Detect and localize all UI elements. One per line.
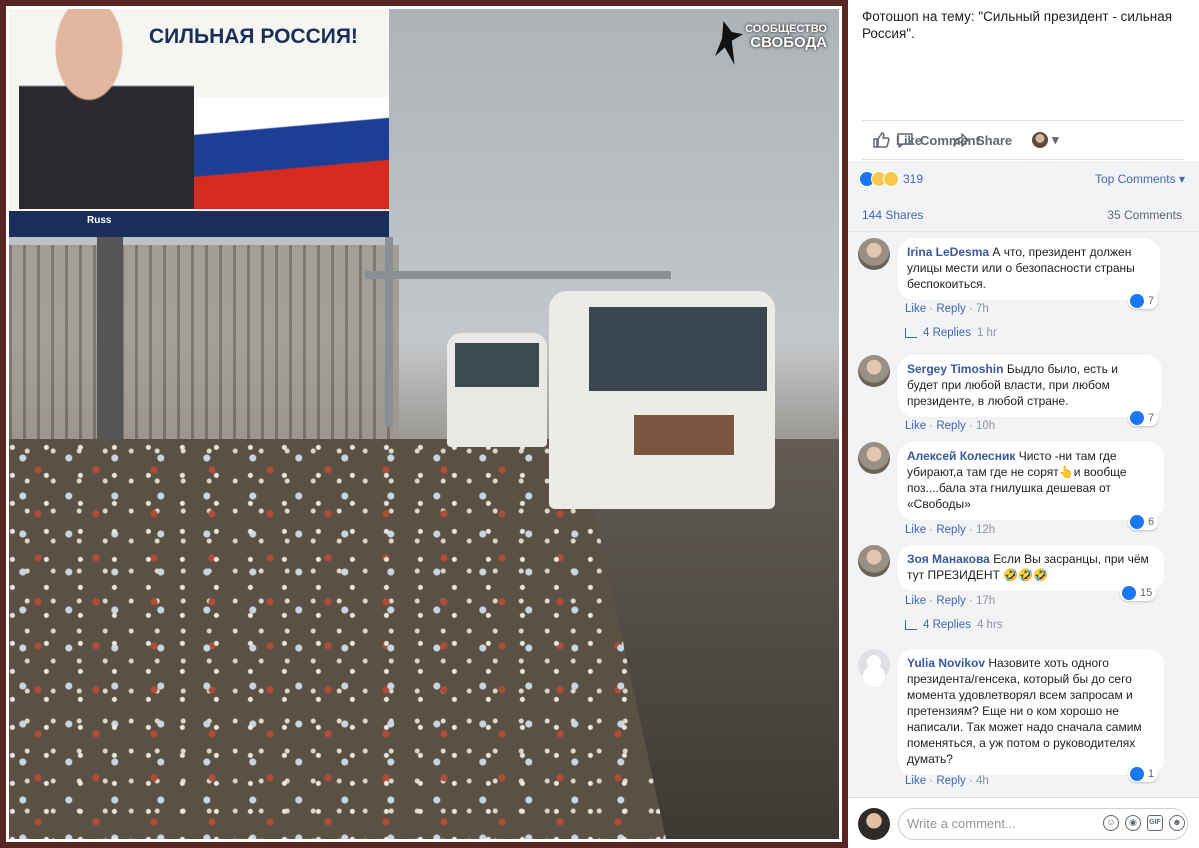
comment-like-link[interactable]: Like: [905, 303, 926, 315]
comment-bubble: Sergey Timoshin Быдло было, есть и будет…: [898, 355, 1162, 417]
avatar[interactable]: [858, 238, 890, 270]
avatar[interactable]: [858, 545, 890, 577]
like-reaction-icon: [1122, 586, 1136, 600]
comment-like-count[interactable]: 7: [1128, 293, 1159, 309]
commenter-name[interactable]: Yulia Novikov: [907, 656, 985, 670]
post-photo[interactable]: СИЛЬНАЯ РОССИЯ! Russ СООБЩЕСТВО СВОБОДА: [9, 9, 839, 839]
comment-like-count[interactable]: 6: [1128, 514, 1159, 530]
like-count-value: 1: [1148, 768, 1155, 780]
post-text: Фотошоп на тему: "Сильный президент - си…: [862, 9, 1173, 41]
comment-meta: Like · Reply · 17h: [905, 595, 996, 607]
bus-back: [447, 333, 547, 447]
comment-time[interactable]: 4h: [976, 775, 989, 787]
logo-line-2: СВОБОДА: [750, 34, 827, 51]
comment-reply-link[interactable]: Reply: [936, 524, 965, 536]
eagle-logo-icon: [715, 21, 743, 65]
divider: [848, 231, 1199, 232]
comments-count[interactable]: 35 Comments: [1107, 208, 1182, 222]
emoji-icon[interactable]: ☺: [1103, 815, 1119, 831]
reply-arrow-icon: [905, 620, 917, 630]
comment-bubble: Yulia Novikov Назовите хоть одного прези…: [898, 649, 1164, 775]
reactions-summary[interactable]: 319: [859, 171, 923, 187]
like-count-value: 7: [1148, 295, 1155, 307]
bus-front: [549, 291, 775, 509]
speech-bubble-icon: [897, 133, 913, 148]
russian-flag: [169, 97, 389, 209]
reply-arrow-icon: [905, 328, 917, 338]
comment-meta: Like · Reply · 12h: [905, 524, 996, 536]
like-reaction-icon: [1130, 515, 1144, 529]
avatar[interactable]: [858, 649, 890, 681]
avatar[interactable]: [858, 355, 890, 387]
comment-time[interactable]: 7h: [976, 303, 989, 315]
comment-sort-dropdown[interactable]: Top Comments ▾: [1095, 172, 1185, 186]
replies-count: 4 Replies: [923, 327, 971, 339]
comment-label: Comment: [920, 132, 980, 148]
replies-time: 4 hrs: [976, 619, 1003, 631]
comment-text: Назовите хоть одного президента/генсека,…: [907, 656, 1142, 766]
road-gantry: [365, 271, 671, 279]
commenter-name[interactable]: Irina LeDesma: [907, 245, 989, 259]
like-reaction-icon: [1130, 411, 1144, 425]
comment-reply-link[interactable]: Reply: [936, 303, 965, 315]
comment-reply-link[interactable]: Reply: [936, 775, 965, 787]
post-side-panel: Фотошоп на тему: "Сильный президент - си…: [848, 0, 1199, 848]
sticker-icon[interactable]: ☻: [1169, 815, 1185, 831]
shares-count[interactable]: 144 Shares: [862, 208, 923, 222]
post-actions: Like Comment Share ▾: [862, 120, 1184, 160]
commenter-name[interactable]: Зоя Манакова: [907, 552, 990, 566]
comment-like-count[interactable]: 7: [1128, 410, 1159, 426]
post-photo-frame: СИЛЬНАЯ РОССИЯ! Russ СООБЩЕСТВО СВОБОДА: [6, 6, 842, 842]
wow-reaction-icon: [883, 171, 899, 187]
like-count-value: 7: [1148, 412, 1155, 424]
camera-icon[interactable]: ◉: [1125, 815, 1141, 831]
billboard-brand: Russ: [87, 215, 112, 226]
comment-like-count[interactable]: 15: [1120, 585, 1157, 601]
comment-like-link[interactable]: Like: [905, 420, 926, 432]
comment-meta: Like · Reply · 7h: [905, 303, 989, 315]
billboard: СИЛЬНАЯ РОССИЯ! Russ: [9, 9, 389, 237]
like-count-value: 15: [1140, 587, 1153, 599]
like-count-value: 6: [1148, 516, 1155, 528]
trees: [9, 245, 399, 445]
comment-reply-link[interactable]: Reply: [936, 595, 965, 607]
comment-bubble: Алексей Колесник Чисто -ни там где убира…: [898, 442, 1164, 520]
replies-count: 4 Replies: [923, 619, 971, 631]
replies-time: 1 hr: [976, 327, 997, 339]
gif-icon[interactable]: GIF: [1147, 815, 1163, 831]
reaction-count[interactable]: 319: [903, 172, 923, 186]
comment-composer: Write a comment... ☺ ◉ GIF ☻: [848, 797, 1199, 848]
commenter-name[interactable]: Sergey Timoshin: [907, 362, 1003, 376]
comment-like-link[interactable]: Like: [905, 775, 926, 787]
community-logo: СООБЩЕСТВО СВОБОДА: [745, 23, 827, 51]
comment-meta: Like · Reply · 10h: [905, 420, 996, 432]
view-replies-link[interactable]: 4 Replies 4 hrs: [905, 619, 1003, 631]
comment-time[interactable]: 10h: [976, 420, 995, 432]
comment-like-count[interactable]: 1: [1128, 766, 1159, 782]
comment-reply-link[interactable]: Reply: [936, 420, 965, 432]
avatar[interactable]: [858, 808, 890, 840]
view-replies-link[interactable]: 4 Replies 1 hr: [905, 327, 997, 339]
comment-time[interactable]: 17h: [976, 595, 995, 607]
window-frame: СИЛЬНАЯ РОССИЯ! Russ СООБЩЕСТВО СВОБОДА …: [0, 0, 1199, 848]
billboard-slogan: СИЛЬНАЯ РОССИЯ!: [149, 25, 358, 48]
comment-meta: Like · Reply · 4h: [905, 775, 989, 787]
comment-bubble: Irina LeDesma А что, президент должен ул…: [898, 238, 1160, 300]
avatar[interactable]: [858, 442, 890, 474]
commenter-name[interactable]: Алексей Колесник: [907, 449, 1015, 463]
comment-like-link[interactable]: Like: [905, 595, 926, 607]
comment-like-link[interactable]: Like: [905, 524, 926, 536]
comment-button[interactable]: Comment: [888, 131, 1199, 149]
comment-bubble: Зоя Манакова Если Вы засранцы, при чём т…: [898, 545, 1164, 591]
like-reaction-icon: [1130, 767, 1144, 781]
comments-area: 319 Top Comments ▾ 144 Shares 35 Comment…: [848, 161, 1199, 796]
like-reaction-icon: [1130, 294, 1144, 308]
comment-time[interactable]: 12h: [976, 524, 995, 536]
composer-icons: ☺ ◉ GIF ☻: [1103, 815, 1185, 831]
traffic-light-mast: [385, 237, 393, 427]
